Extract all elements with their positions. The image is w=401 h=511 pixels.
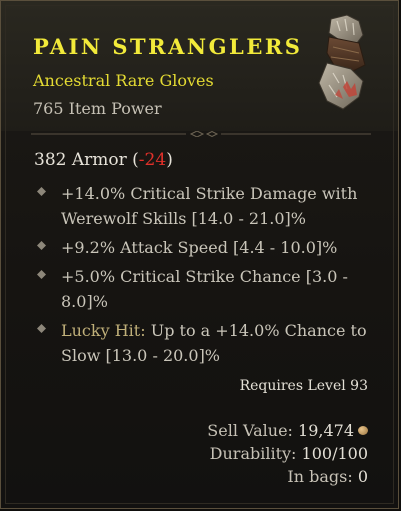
- armor-delta: -24: [138, 150, 167, 170]
- sell-value-row: Sell Value: 19,474: [207, 419, 368, 442]
- diamond-bullet-icon: [37, 241, 46, 250]
- item-tooltip: PAIN STRANGLERS Ancestral Rare Gloves 76…: [0, 0, 399, 509]
- diamond-bullet-icon: [37, 324, 46, 333]
- item-footer: Sell Value: 19,474 Durability: 100/100 I…: [207, 419, 368, 488]
- diamond-bullet-icon: [37, 270, 46, 279]
- in-bags-label: In bags:: [287, 467, 353, 486]
- gold-coin-icon: [358, 426, 368, 435]
- armor-value: 382 Armor: [34, 150, 127, 170]
- armor-open-paren: (: [132, 150, 139, 170]
- item-name: PAIN STRANGLERS: [33, 34, 303, 59]
- armor-close-paren: ): [166, 150, 173, 170]
- durability-value: 100/100: [301, 444, 368, 463]
- item-power: 765 Item Power: [33, 99, 162, 118]
- armor-stat: 382 Armor (-24): [34, 150, 173, 170]
- affix-text: +9.2% Attack Speed [4.4 - 10.0]%: [61, 238, 338, 257]
- section-divider: [31, 131, 371, 137]
- durability-row: Durability: 100/100: [207, 442, 368, 465]
- sell-value-label: Sell Value:: [207, 421, 293, 440]
- affix-text: +5.0% Critical Strike Chance [3.0 - 8.0]…: [61, 267, 348, 311]
- in-bags-row: In bags: 0: [207, 465, 368, 488]
- diamond-bullet-icon: [37, 187, 46, 196]
- affix-text: Lucky Hit: Up to a +14.0% Chance to Slow…: [61, 318, 381, 368]
- durability-label: Durability:: [209, 444, 297, 463]
- affix-text: +14.0% Critical Strike Damage with Werew…: [61, 184, 358, 228]
- item-type: Ancestral Rare Gloves: [33, 71, 214, 90]
- lucky-hit-label: Lucky Hit:: [61, 321, 146, 340]
- in-bags-value: 0: [357, 467, 368, 486]
- sell-value: 19,474: [298, 421, 354, 440]
- level-requirement: Requires Level 93: [239, 378, 368, 394]
- gloves-icon: [318, 14, 366, 110]
